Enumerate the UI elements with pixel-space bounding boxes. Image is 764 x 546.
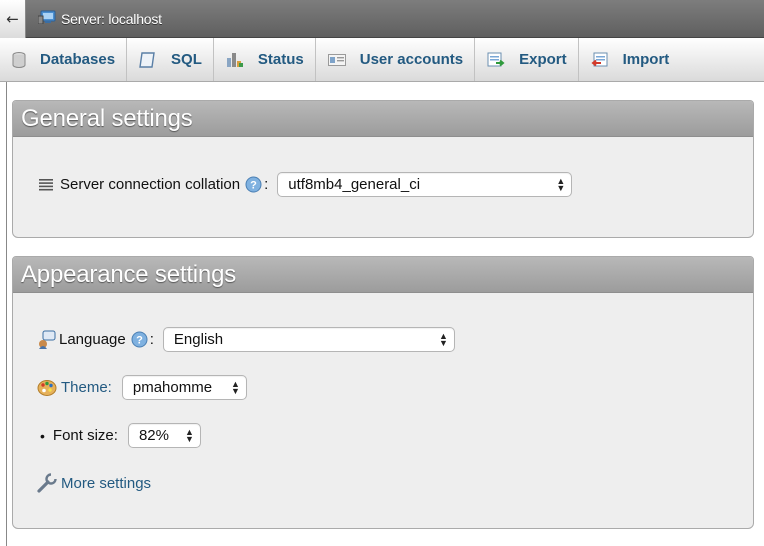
import-icon [591,52,609,68]
back-arrow-icon: ← [6,9,19,28]
font-size-select[interactable]: 82% ▲ ▼ [127,423,201,448]
language-row: Language ? : English ▲ ▼ [37,327,455,352]
appearance-settings-title: Appearance settings [13,257,753,293]
sql-icon [139,51,157,69]
more-settings-row: More settings [37,473,151,493]
status-chart-icon [226,52,244,68]
theme-row: Theme: pmahomme ▲ ▼ [37,375,247,400]
user-accounts-icon [327,53,346,66]
theme-link[interactable]: Theme: [61,379,112,396]
font-size-label: Font size: [52,427,118,444]
server-label: Server: localhost [61,10,162,27]
more-settings-link[interactable]: More settings [61,475,151,492]
font-size-row: • Font size: 82% ▲ ▼ [37,423,201,448]
database-icon [12,51,26,68]
export-icon [487,52,505,68]
svg-text:?: ? [250,180,257,192]
general-settings-panel: General settings Server connection colla… [12,100,754,238]
tab-export[interactable]: Export [475,38,579,81]
back-button[interactable]: ← [0,0,26,38]
tab-user-accounts[interactable]: User accounts [316,38,476,81]
general-settings-title: General settings [13,101,753,137]
bullet-icon: • [40,427,45,444]
theme-select[interactable]: pmahomme ▲ ▼ [121,375,247,400]
breadcrumb-bar: ← Server: localhost [0,0,764,38]
svg-text:?: ? [136,335,143,347]
tab-import[interactable]: Import [579,38,681,81]
select-arrows-icon: ▲ ▼ [230,378,240,396]
select-arrows-icon: ▲ ▼ [185,426,194,444]
tab-databases[interactable]: Databases [0,38,128,81]
collation-label: Server connection collation [60,176,241,193]
tab-status[interactable]: Status [214,38,316,81]
help-icon[interactable]: ? [131,331,148,348]
help-icon[interactable]: ? [245,176,262,193]
main-tabs: Databases SQL Status User accounts Expor… [0,38,764,82]
breadcrumb[interactable]: Server: localhost [37,10,162,27]
language-icon [37,330,57,350]
collation-select[interactable]: utf8mb4_general_ci ▲ ▼ [277,172,573,197]
collation-row: Server connection collation ? : utf8mb4_… [39,172,573,197]
tab-sql[interactable]: SQL [127,38,214,81]
wrench-icon [37,473,57,493]
collation-list-icon [39,178,53,191]
language-select[interactable]: English ▲ ▼ [162,327,455,352]
select-arrows-icon: ▲ ▼ [439,330,448,348]
theme-palette-icon [37,379,57,397]
language-label: Language [59,331,126,348]
server-icon [37,10,56,27]
select-arrows-icon: ▲ ▼ [556,175,566,193]
left-divider [6,82,7,546]
appearance-settings-panel: Appearance settings Language ? : English… [12,256,754,529]
